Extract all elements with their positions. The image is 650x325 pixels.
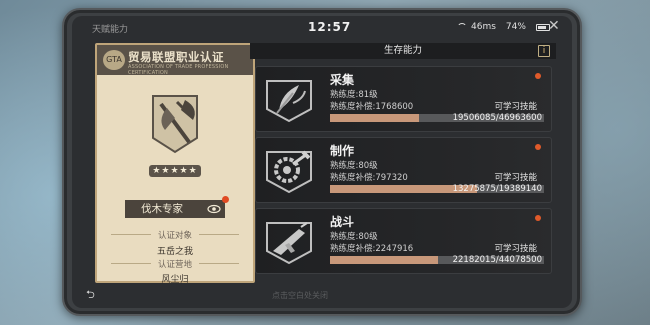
learnable-skill-link[interactable]: 可学习技能 — [494, 242, 537, 254]
learnable-skill-link[interactable]: 可学习技能 — [494, 100, 537, 112]
progress-bar: 22182015/44078500 — [330, 255, 544, 265]
trade-union-logo-icon: GTA — [103, 50, 125, 70]
skill-card-gathering[interactable]: 采集 熟练度:81级 熟练度补偿:1768600 可学习技能 19506085/… — [255, 66, 552, 132]
status-icons: 46ms 74% — [457, 22, 550, 32]
skill-card-combat[interactable]: 战斗 熟练度:80级 熟练度补偿:2247916 可学习技能 22182015/… — [255, 208, 552, 274]
back-button[interactable]: ⮌ — [86, 286, 106, 301]
panel-title: 生存能力 — [383, 45, 422, 56]
battery-percent: 74% — [505, 22, 526, 32]
panel-header: 生存能力 i — [250, 43, 556, 59]
skill-level: 熟练度:80级 — [330, 232, 378, 242]
progress-fill — [330, 256, 438, 264]
progress-text: 22182015/44078500 — [452, 255, 542, 265]
certificate-title: 贸易联盟职业认证 — [128, 50, 224, 64]
certificate-subtitle: ASSOCIATION OF TRADE PROFESSION CERTIFIC… — [128, 64, 229, 76]
skill-name: 制作 — [330, 144, 355, 158]
progress-text: 19506085/46963600 — [452, 113, 542, 123]
screen: 天赋能力 12:57 46ms 74% ✕ GTA 贸易联盟职业认证 ASSOC… — [72, 16, 572, 308]
skill-compensation: 熟练度补偿:1768600 — [330, 102, 414, 112]
ping-text: 46ms — [471, 22, 496, 32]
progress-text: 13275875/19389140 — [452, 184, 542, 194]
crafting-gear-icon — [266, 150, 312, 194]
progress-fill — [330, 114, 419, 122]
progress-bar: 19506085/46963600 — [330, 113, 544, 123]
eye-icon[interactable] — [207, 203, 221, 215]
notification-dot — [222, 196, 229, 203]
camp-value: 风尘归 — [161, 275, 189, 285]
gathering-leaf-icon — [266, 80, 312, 123]
skill-name: 采集 — [330, 73, 355, 87]
notification-dot — [535, 73, 541, 79]
learnable-skill-link[interactable]: 可学习技能 — [494, 171, 537, 183]
certificate-header: GTA 贸易联盟职业认证 ASSOCIATION OF TRADE PROFES… — [97, 45, 253, 76]
skill-level: 熟练度:81级 — [330, 90, 378, 100]
combat-gun-icon — [266, 222, 312, 265]
skill-compensation: 熟练度补偿:2247916 — [330, 244, 414, 254]
target-label: 认证对象 — [157, 231, 192, 241]
skill-compensation: 熟练度补偿:797320 — [330, 173, 408, 183]
close-hint: 点击空白处关闭 — [272, 291, 328, 300]
wifi-icon — [457, 23, 467, 31]
axe-emblem-icon — [152, 95, 198, 154]
notification-dot — [535, 215, 541, 221]
skill-name: 战斗 — [330, 215, 355, 229]
star-rating: ★★★★★ — [149, 165, 201, 177]
rank-name: 伐木专家 — [141, 203, 183, 215]
clock: 12:57 — [308, 20, 352, 34]
section-title: 天赋能力 — [92, 25, 129, 35]
close-button[interactable]: ✕ — [548, 18, 560, 34]
status-bar: 天赋能力 12:57 46ms 74% ✕ — [72, 16, 572, 40]
camp-label: 认证营地 — [157, 260, 192, 270]
rank-name-button[interactable]: 伐木专家 — [125, 196, 229, 218]
target-value: 五岳之我 — [156, 247, 193, 257]
skill-card-crafting[interactable]: 制作 熟练度:80级 熟练度补偿:797320 可学习技能 13275875/1… — [255, 137, 552, 203]
skill-level: 熟练度:80级 — [330, 161, 378, 171]
progress-bar: 13275875/19389140 — [330, 184, 544, 194]
notification-dot — [535, 144, 541, 150]
info-button[interactable]: i — [538, 45, 550, 57]
certificate-card: GTA 贸易联盟职业认证 ASSOCIATION OF TRADE PROFES… — [95, 43, 255, 285]
